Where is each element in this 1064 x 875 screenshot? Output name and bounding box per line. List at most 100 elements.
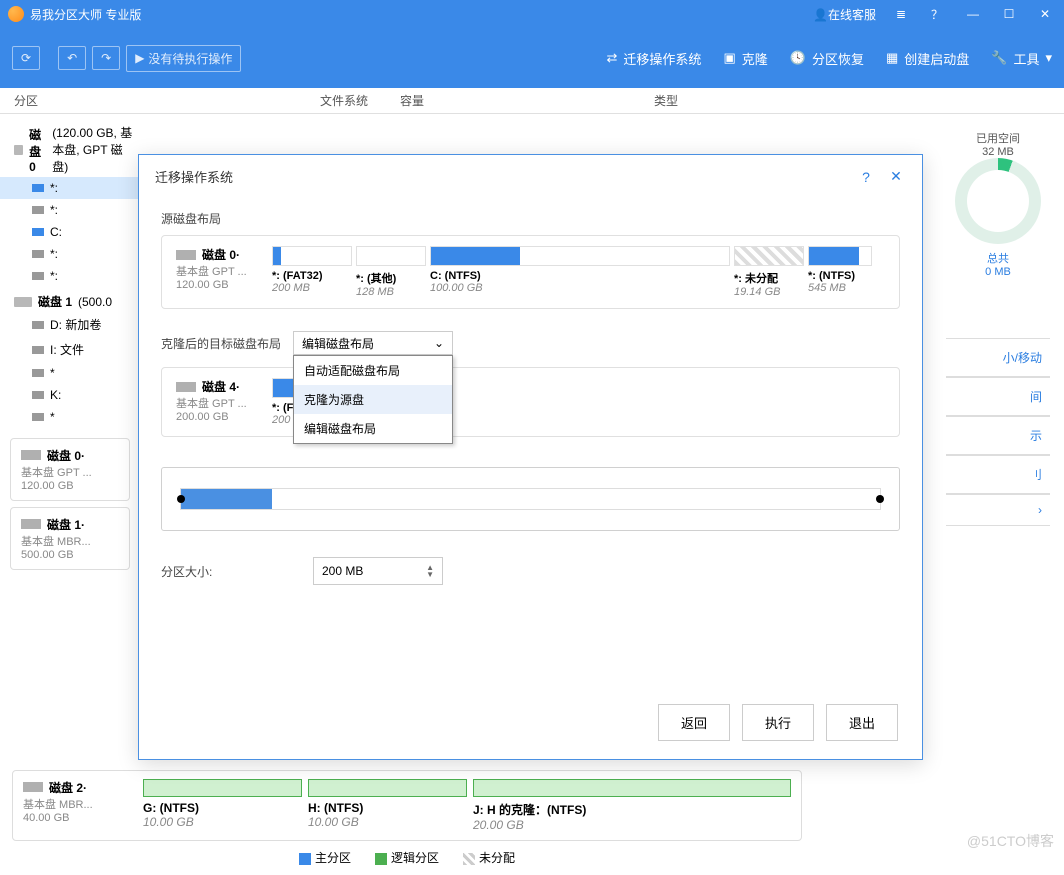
disk-card-0[interactable]: 磁盘 0· 基本盘 GPT ... 120.00 GB (10, 438, 130, 501)
clone-button[interactable]: ▣克隆 (723, 49, 767, 68)
source-layout-label: 源磁盘布局 (161, 210, 900, 227)
usage-donut (955, 158, 1041, 244)
part-icon (32, 250, 44, 258)
disk-icon (21, 450, 41, 460)
part-label: *: (其他) (356, 270, 426, 286)
partition-recovery-button[interactable]: 🕓分区恢复 (790, 49, 864, 68)
source-partition[interactable]: *: (其他)128 MB (356, 246, 426, 298)
tree-part[interactable]: I: 文件 (0, 337, 140, 362)
tree-part[interactable]: C: (0, 221, 140, 243)
layout-select[interactable]: 编辑磁盘布局⌄ (293, 331, 453, 355)
exit-button[interactable]: 退出 (826, 704, 898, 741)
part-label: J: H 的克隆：(NTFS) (473, 801, 791, 818)
partition-size-label: 分区大小: (161, 563, 301, 580)
col-fs: 文件系统 (320, 92, 400, 109)
source-partition[interactable]: *: (NTFS)545 MB (808, 246, 872, 298)
disk-card-2[interactable]: 磁盘 2· 基本盘 MBR... 40.00 GB G: (NTFS) 10.0… (12, 770, 802, 841)
source-partition[interactable]: *: (FAT32)200 MB (272, 246, 352, 298)
part-icon (32, 321, 44, 329)
op-item[interactable]: 示 (946, 416, 1050, 455)
part-icon (32, 272, 44, 280)
tree-part[interactable]: *: (0, 177, 140, 199)
chevron-right-icon: › (1038, 503, 1042, 517)
slider-track[interactable] (180, 488, 881, 510)
part-bar (308, 779, 467, 797)
dialog-close-icon[interactable]: ✕ (886, 168, 906, 185)
part-icon (32, 228, 44, 236)
spinner-icon[interactable]: ▲▼ (426, 564, 434, 578)
toolbar: ⟳ ↶ ↷ ▶ 没有待执行操作 ⇄迁移操作系统 ▣克隆 🕓分区恢复 ▦创建启动盘… (0, 28, 1064, 88)
tree-disk-1[interactable]: 磁盘 1 (500.0 (0, 287, 140, 312)
part-bar (473, 779, 791, 797)
part-size: 19.14 GB (734, 286, 804, 298)
refresh-button[interactable]: ⟳ (12, 46, 40, 70)
part-size: 545 MB (808, 282, 872, 294)
undo-button[interactable]: ↶ (58, 46, 86, 70)
op-expand[interactable]: › (946, 494, 1050, 526)
disk-icon (176, 250, 196, 260)
part-bar (143, 779, 302, 797)
disk-icon (21, 519, 41, 529)
part-label: G: (NTFS) (143, 801, 302, 815)
tree-part[interactable]: *: (0, 199, 140, 221)
support-link[interactable]: 👤在线客服 (813, 6, 876, 23)
app-title: 易我分区大师 专业版 (30, 6, 813, 23)
used-space-value: 32 MB (946, 146, 1050, 158)
part-icon (32, 369, 44, 377)
tree-part[interactable]: D: 新加卷 (0, 312, 140, 337)
wrench-icon: 🔧 (991, 50, 1007, 66)
migrate-os-button[interactable]: ⇄迁移操作系统 (607, 49, 702, 68)
redo-button[interactable]: ↷ (92, 46, 120, 70)
part-size: 128 MB (356, 286, 426, 298)
list-icon[interactable]: ≣ (890, 7, 912, 21)
partition-size-input[interactable]: 200 MB ▲▼ (313, 557, 443, 585)
disk-tree: 磁盘 0 (120.00 GB, 基本盘, GPT 磁盘) *: *: C: *… (0, 114, 140, 875)
source-disk-box: 磁盘 0· 基本盘 GPT ... 120.00 GB *: (FAT32)20… (161, 235, 900, 309)
part-icon (32, 346, 44, 354)
boot-disk-button[interactable]: ▦创建启动盘 (886, 49, 969, 68)
copy-icon: ▣ (723, 50, 735, 66)
tree-disk-0[interactable]: 磁盘 0 (120.00 GB, 基本盘, GPT 磁盘) (0, 118, 140, 177)
source-partition[interactable]: C: (NTFS)100.00 GB (430, 246, 730, 298)
disk-icon (23, 782, 43, 792)
slider-handle-left[interactable] (177, 495, 185, 503)
source-partition[interactable]: *: 未分配19.14 GB (734, 246, 804, 298)
col-partition: 分区 (0, 92, 320, 109)
column-headers: 分区 文件系统 容量 类型 (0, 88, 1064, 114)
tree-part[interactable]: * (0, 362, 140, 384)
close-button[interactable]: ✕ (1034, 7, 1056, 21)
tree-part[interactable]: *: (0, 265, 140, 287)
disk-icon (176, 382, 196, 392)
disk-icon (14, 145, 23, 155)
legend: 主分区 逻辑分区 未分配 (12, 841, 802, 868)
tools-menu[interactable]: 🔧工具 ▾ (991, 49, 1052, 68)
slider-handle-right[interactable] (876, 495, 884, 503)
swap-icon: ⇄ (607, 50, 618, 66)
pending-ops-button[interactable]: ▶ 没有待执行操作 (126, 45, 241, 72)
part-size: 10.00 GB (143, 815, 302, 829)
maximize-button[interactable]: ☐ (998, 7, 1020, 21)
part-label: *: (NTFS) (808, 270, 872, 282)
op-item[interactable]: 小/移动 (946, 338, 1050, 377)
col-type: 类型 (650, 92, 678, 109)
tree-part[interactable]: *: (0, 243, 140, 265)
dialog-help-icon[interactable]: ? (856, 169, 876, 185)
watermark: @51CTO博客 (967, 831, 1054, 851)
tree-part[interactable]: * (0, 406, 140, 428)
disk-card-1[interactable]: 磁盘 1· 基本盘 MBR... 500.00 GB (10, 507, 130, 570)
dropdown-option[interactable]: 自动适配磁盘布局 (294, 356, 452, 385)
dialog-title: 迁移操作系统 (155, 167, 846, 186)
dropdown-option[interactable]: 克隆为源盘 (294, 385, 452, 414)
tree-part[interactable]: K: (0, 384, 140, 406)
back-button[interactable]: 返回 (658, 704, 730, 741)
chevron-down-icon: ⌄ (434, 336, 444, 350)
op-item[interactable]: 刂 (946, 455, 1050, 494)
minimize-button[interactable]: — (962, 7, 984, 21)
help-icon[interactable]: ？ (926, 6, 948, 23)
dropdown-option[interactable]: 编辑磁盘布局 (294, 414, 452, 443)
target-disk-box: 磁盘 4· 基本盘 GPT ... 200.00 GB *: (FAT32 20… (161, 367, 900, 437)
run-button[interactable]: 执行 (742, 704, 814, 741)
bootdisk-icon: ▦ (886, 50, 898, 66)
part-icon (32, 184, 44, 192)
op-item[interactable]: 间 (946, 377, 1050, 416)
